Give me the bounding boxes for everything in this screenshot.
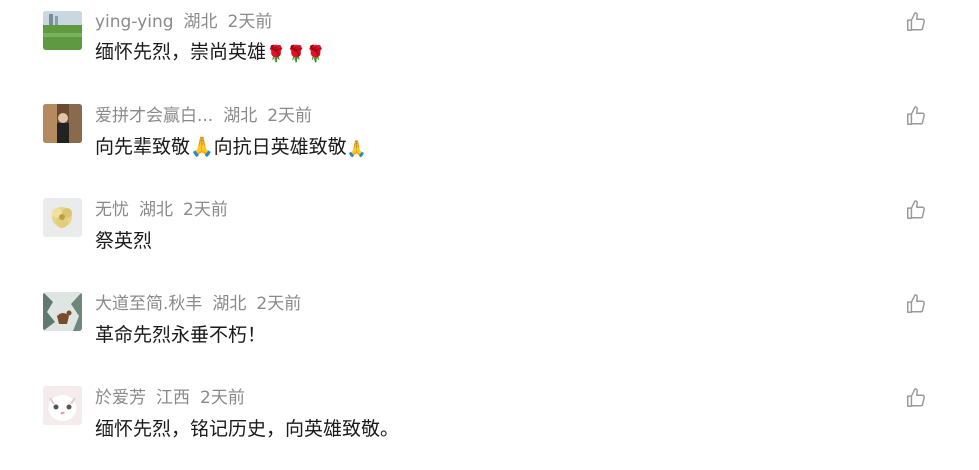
like-button[interactable]	[905, 105, 927, 127]
location: 江西	[156, 388, 190, 408]
comment-item: 爱拼才会赢白... 湖北 2天前 向先辈致敬🙏向抗日英雄致敬🙏	[0, 94, 979, 188]
comment-text: 缅怀先烈，铭记历史，向英雄致敬。	[95, 416, 399, 442]
comment-meta: ying-ying 湖北 2天前	[95, 11, 282, 33]
comment-text: 革命先烈永垂不朽！	[95, 322, 266, 348]
like-button[interactable]	[905, 11, 927, 33]
comment-text-content: 革命先烈永垂不朽！	[95, 324, 267, 346]
timestamp: 2天前	[267, 106, 313, 126]
thumbs-up-icon	[907, 12, 925, 31]
comment-meta: 於爱芳 江西 2天前	[95, 387, 255, 409]
timestamp: 2天前	[183, 200, 228, 220]
avatar[interactable]	[43, 104, 82, 143]
nickname[interactable]: 无忧	[95, 200, 129, 220]
avatar[interactable]	[43, 386, 82, 425]
avatar[interactable]	[43, 198, 82, 237]
avatar[interactable]	[43, 292, 82, 331]
nickname[interactable]: 爱拼才会赢白...	[95, 106, 213, 126]
comment-meta: 大道至简.秋丰 湖北 2天前	[95, 293, 311, 315]
location: 湖北	[212, 294, 247, 314]
comment-text: 缅怀先烈，崇尚英雄🌹🌹🌹	[95, 39, 326, 67]
location: 湖北	[139, 200, 173, 220]
comment-meta: 无忧 湖北 2天前	[95, 199, 238, 221]
like-button[interactable]	[905, 199, 927, 221]
timestamp: 2天前	[227, 12, 273, 32]
thumbs-up-icon	[907, 388, 925, 407]
comment-text-content: 缅怀先烈，崇尚英雄	[95, 41, 267, 63]
comment-text-content: 缅怀先烈，铭记历史，向英雄致敬。	[95, 418, 400, 440]
like-button[interactable]	[905, 293, 927, 315]
location: 湖北	[183, 12, 218, 32]
nickname[interactable]: 於爱芳	[95, 388, 146, 408]
comment-item: 无忧 湖北 2天前 祭英烈	[0, 188, 979, 282]
comment-text-content: 祭英烈	[95, 230, 153, 252]
comment-text: 向先辈致敬🙏向抗日英雄致敬🙏	[95, 134, 367, 162]
comment-text-content: 向先辈致敬🙏向抗日英雄致敬	[95, 136, 347, 158]
comment-item: 於爱芳 江西 2天前 缅怀先烈，铭记历史，向英雄致敬。	[0, 376, 979, 470]
comment-meta: 爱拼才会赢白... 湖北 2天前	[95, 105, 322, 127]
praying-hands-emoji: 🙏	[346, 139, 367, 158]
comment-item: 大道至简.秋丰 湖北 2天前 革命先烈永垂不朽！	[0, 282, 979, 376]
nickname[interactable]: ying-ying	[95, 12, 174, 32]
rose-emoji: 🌹🌹🌹	[266, 44, 326, 63]
timestamp: 2天前	[200, 388, 245, 408]
location: 湖北	[223, 106, 258, 126]
timestamp: 2天前	[256, 294, 302, 314]
thumbs-up-icon	[907, 294, 925, 313]
nickname[interactable]: 大道至简.秋丰	[95, 294, 202, 314]
avatar[interactable]	[43, 11, 82, 50]
comment-item: ying-ying 湖北 2天前 缅怀先烈，崇尚英雄🌹🌹🌹	[0, 0, 979, 94]
thumbs-up-icon	[907, 200, 925, 219]
thumbs-up-icon	[907, 106, 925, 125]
comment-text: 祭英烈	[95, 228, 152, 254]
like-button[interactable]	[905, 387, 927, 409]
